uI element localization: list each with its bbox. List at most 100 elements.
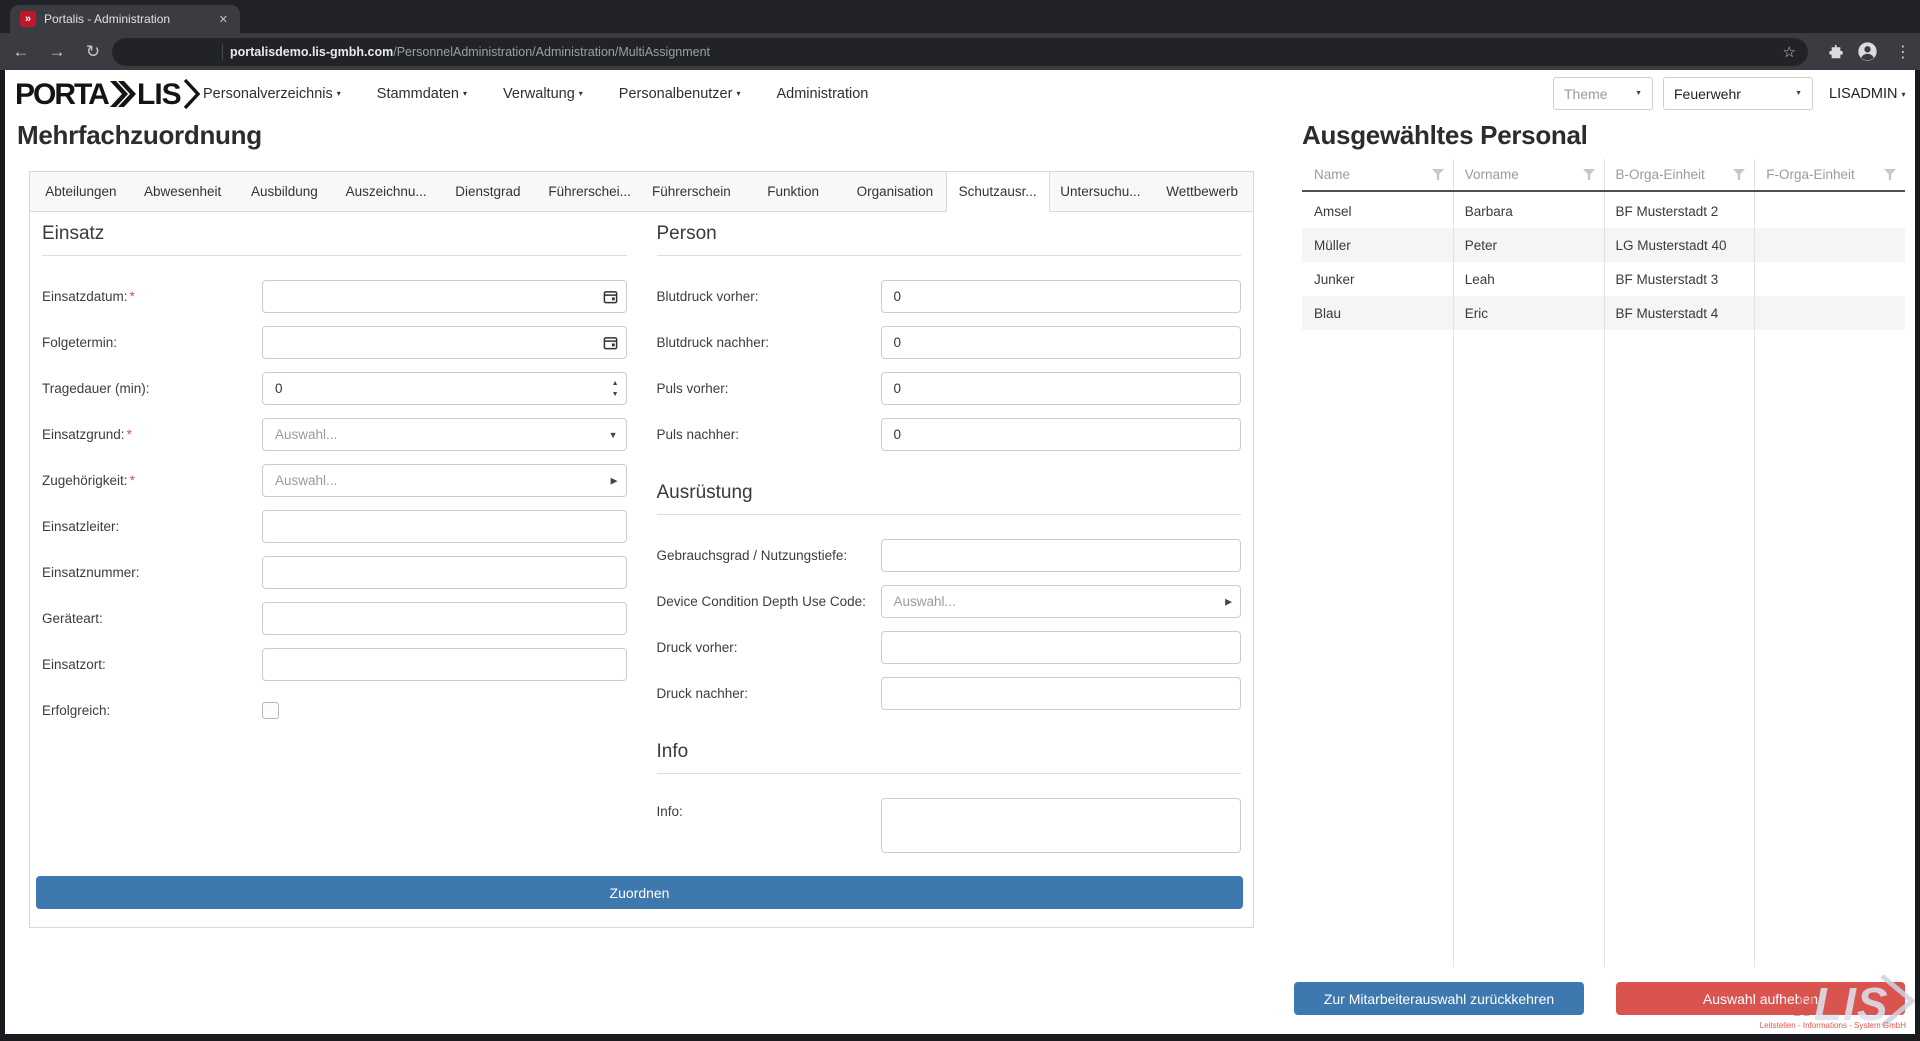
- chevron-down-icon: ▼: [1635, 90, 1642, 97]
- table-row[interactable]: Müller Peter LG Musterstadt 40: [1302, 228, 1905, 262]
- tab-close-icon[interactable]: ✕: [217, 13, 230, 26]
- gebrauchsgrad-input[interactable]: [881, 539, 1242, 572]
- field-blutdruck-nachher: Blutdruck nachher:: [657, 326, 1242, 359]
- window-frame-left: [0, 70, 5, 1041]
- tab-abwesenheit[interactable]: Abwesenheit: [132, 172, 234, 212]
- address-bar[interactable]: portalisdemo.lis-gmbh.com/PersonnelAdmin…: [112, 38, 1808, 66]
- number-spinner[interactable]: ▲▼: [612, 380, 619, 398]
- menu-verwaltung[interactable]: Verwaltung▾: [503, 86, 583, 102]
- zugehoerigkeit-dropdown[interactable]: [262, 464, 627, 497]
- tab-fuehrerschein[interactable]: Führerschein: [641, 172, 743, 212]
- einsatzgrund-dropdown[interactable]: [262, 418, 627, 451]
- tab-organisation[interactable]: Organisation: [844, 172, 946, 212]
- column-header-name[interactable]: Name: [1302, 159, 1453, 190]
- tab-ausbildung[interactable]: Ausbildung: [234, 172, 336, 212]
- menu-personalbenutzer[interactable]: Personalbenutzer▾: [619, 86, 741, 102]
- spinner-down-icon[interactable]: ▼: [612, 391, 619, 398]
- field-geraeteart: Geräteart:: [42, 602, 627, 635]
- einsatzdatum-input[interactable]: [262, 280, 627, 313]
- field-gebrauchsgrad: Gebrauchsgrad / Nutzungstiefe:: [657, 539, 1242, 572]
- field-label: Einsatzort:: [42, 657, 262, 672]
- profile-avatar[interactable]: [1854, 33, 1880, 70]
- filter-funnel-icon[interactable]: [1884, 169, 1896, 180]
- extensions-puzzle-icon[interactable]: [1822, 33, 1848, 70]
- geraeteart-input[interactable]: [262, 602, 627, 635]
- column-header-f-orga[interactable]: F-Orga-Einheit: [1754, 159, 1905, 190]
- tab-schutzausruestung[interactable]: Schutzausr...: [946, 172, 1050, 212]
- back-icon[interactable]: ←: [8, 33, 34, 70]
- page-title: Mehrfachzuordnung: [17, 120, 262, 151]
- tragedauer-input[interactable]: [262, 372, 627, 405]
- bookmark-star-icon[interactable]: ☆: [1783, 43, 1796, 61]
- table-row[interactable]: Amsel Barbara BF Musterstadt 2: [1302, 194, 1905, 228]
- main-menu: Personalverzeichnis▾ Stammdaten▾ Verwalt…: [203, 70, 868, 118]
- field-einsatznummer: Einsatznummer:: [42, 556, 627, 589]
- tab-fuehrerscheinklasse[interactable]: Führerschei...: [539, 172, 641, 212]
- info-textarea[interactable]: [881, 798, 1242, 853]
- chevron-down-icon[interactable]: ▼: [609, 430, 618, 440]
- clear-selection-button[interactable]: Auswahl aufheben: [1616, 982, 1905, 1015]
- filter-funnel-icon[interactable]: [1432, 169, 1444, 180]
- field-zugehoerigkeit: Zugehörigkeit:* ▶: [42, 464, 627, 497]
- filter-funnel-icon[interactable]: [1733, 169, 1745, 180]
- blutdruck-nachher-input[interactable]: [881, 326, 1242, 359]
- table-row[interactable]: Junker Leah BF Musterstadt 3: [1302, 262, 1905, 296]
- user-menu[interactable]: LISADMIN▾: [1829, 70, 1906, 118]
- browser-menu-icon[interactable]: ⋮: [1890, 33, 1916, 70]
- field-druck-vorher: Druck vorher:: [657, 631, 1242, 664]
- folgetermin-input[interactable]: [262, 326, 627, 359]
- field-label: Geräteart:: [42, 611, 262, 626]
- table-row[interactable]: Blau Eric BF Musterstadt 4: [1302, 296, 1905, 330]
- chevron-down-icon: ▾: [1902, 90, 1906, 99]
- calendar-icon[interactable]: [603, 335, 618, 350]
- einsatz-column: Einsatz Einsatzdatum:* Folgetermin:: [42, 212, 627, 871]
- tab-auszeichnung[interactable]: Auszeichnu...: [335, 172, 437, 212]
- column-header-b-orga[interactable]: B-Orga-Einheit: [1604, 159, 1755, 190]
- organisation-select[interactable]: Feuerwehr▼: [1663, 77, 1813, 110]
- field-info: Info:: [657, 798, 1242, 858]
- forward-icon[interactable]: →: [44, 33, 70, 70]
- category-tabstrip: Abteilungen Abwesenheit Ausbildung Ausze…: [30, 172, 1253, 212]
- field-label: Tragedauer (min):: [42, 381, 262, 396]
- section-title-person: Person: [657, 222, 1242, 256]
- zuordnen-button[interactable]: Zuordnen: [36, 876, 1243, 909]
- puls-nachher-input[interactable]: [881, 418, 1242, 451]
- tab-funktion[interactable]: Funktion: [742, 172, 844, 212]
- chevron-right-icon[interactable]: ▶: [611, 475, 618, 486]
- field-label: Device Condition Depth Use Code:: [657, 594, 881, 609]
- theme-select[interactable]: Theme▼: [1553, 77, 1653, 110]
- browser-tab[interactable]: » Portalis - Administration ✕: [10, 5, 240, 33]
- spinner-up-icon[interactable]: ▲: [612, 380, 619, 387]
- cell-name: Amsel: [1302, 204, 1453, 219]
- einsatzort-input[interactable]: [262, 648, 627, 681]
- reload-icon[interactable]: ↻: [80, 33, 106, 70]
- cell-vorname: Peter: [1453, 238, 1604, 253]
- tab-wettbewerb[interactable]: Wettbewerb: [1151, 172, 1253, 212]
- required-asterisk: *: [130, 289, 135, 304]
- section-title-ausruestung: Ausrüstung: [657, 481, 1242, 515]
- chevron-right-icon[interactable]: ▶: [1225, 596, 1232, 607]
- column-header-vorname[interactable]: Vorname: [1453, 159, 1604, 190]
- device-condition-dropdown[interactable]: [881, 585, 1242, 618]
- field-tragedauer: Tragedauer (min): ▲▼: [42, 372, 627, 405]
- menu-stammdaten[interactable]: Stammdaten▾: [377, 86, 467, 102]
- einsatznummer-input[interactable]: [262, 556, 627, 589]
- druck-vorher-input[interactable]: [881, 631, 1242, 664]
- blutdruck-vorher-input[interactable]: [881, 280, 1242, 313]
- chevron-down-icon: ▾: [736, 89, 740, 98]
- portalis-logo[interactable]: PORTA LIS: [15, 76, 201, 117]
- menu-administration[interactable]: Administration: [776, 86, 868, 102]
- return-to-selection-button[interactable]: Zur Mitarbeiterauswahl zurückkehren: [1294, 982, 1584, 1015]
- druck-nachher-input[interactable]: [881, 677, 1242, 710]
- field-puls-nachher: Puls nachher:: [657, 418, 1242, 451]
- browser-tab-bar: » Portalis - Administration ✕: [0, 0, 1920, 33]
- einsatzleiter-input[interactable]: [262, 510, 627, 543]
- tab-dienstgrad[interactable]: Dienstgrad: [437, 172, 539, 212]
- tab-abteilungen[interactable]: Abteilungen: [30, 172, 132, 212]
- calendar-icon[interactable]: [603, 289, 618, 304]
- puls-vorher-input[interactable]: [881, 372, 1242, 405]
- filter-funnel-icon[interactable]: [1583, 169, 1595, 180]
- menu-personalverzeichnis[interactable]: Personalverzeichnis▾: [203, 86, 341, 102]
- erfolgreich-checkbox[interactable]: [262, 702, 279, 719]
- tab-untersuchung[interactable]: Untersuchu...: [1050, 172, 1152, 212]
